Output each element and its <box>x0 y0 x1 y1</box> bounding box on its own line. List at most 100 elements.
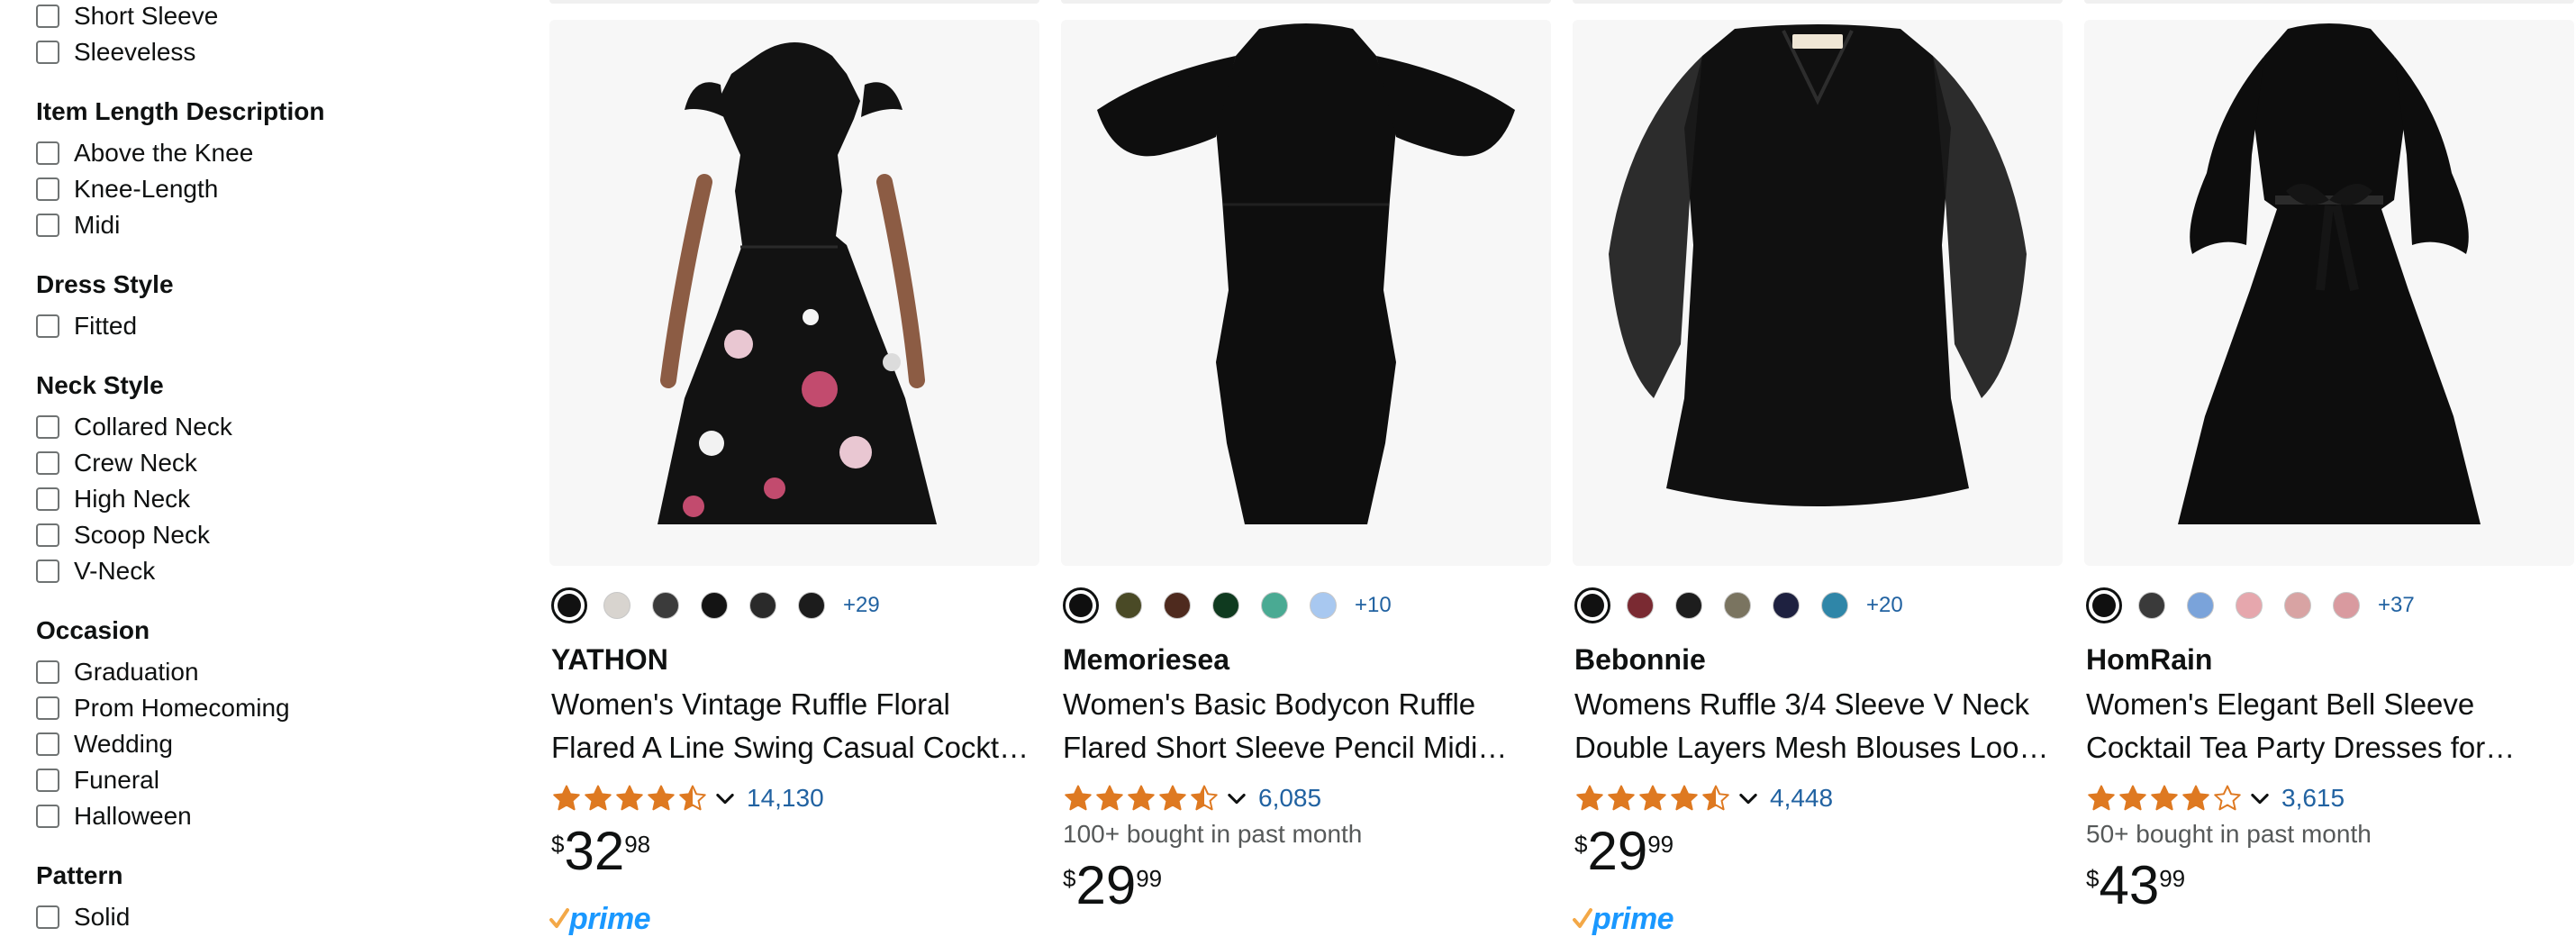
product-rating[interactable]: 14,130 <box>551 780 824 816</box>
product-rating[interactable]: 6,085 <box>1063 780 1321 816</box>
product-image[interactable] <box>549 20 1039 566</box>
filter-option-fitted[interactable]: Fitted <box>36 310 137 342</box>
filter-option-label: Scoop Neck <box>74 521 210 549</box>
filter-option-graduation[interactable]: Graduation <box>36 656 199 688</box>
filter-option-label: Collared Neck <box>74 413 232 441</box>
color-swatch[interactable] <box>1773 592 1800 619</box>
product-card: +29 YATHON Women's Vintage Ruffle Floral… <box>542 0 1039 937</box>
color-swatch[interactable] <box>2138 592 2165 619</box>
color-swatch[interactable] <box>1675 592 1702 619</box>
color-swatch[interactable] <box>1212 592 1239 619</box>
color-swatch[interactable] <box>2086 587 2122 623</box>
filter-option-midi[interactable]: Midi <box>36 209 120 241</box>
color-swatch[interactable] <box>603 592 630 619</box>
color-swatch[interactable] <box>2284 592 2311 619</box>
filter-option-collared-neck[interactable]: Collared Neck <box>36 411 232 443</box>
review-count-link[interactable]: 6,085 <box>1258 784 1321 813</box>
checkbox[interactable] <box>36 214 59 237</box>
checkbox[interactable] <box>36 415 59 439</box>
checkbox[interactable] <box>36 660 59 684</box>
star-rating[interactable] <box>1063 783 1220 814</box>
filter-option-wedding[interactable]: Wedding <box>36 728 173 760</box>
color-swatch[interactable] <box>2187 592 2214 619</box>
checkbox[interactable] <box>36 5 59 28</box>
color-swatch[interactable] <box>1063 587 1099 623</box>
filter-option-high-neck[interactable]: High Neck <box>36 483 190 515</box>
more-colors-link[interactable]: +20 <box>1866 593 1903 618</box>
product-title-link[interactable]: Womens Ruffle 3/4 Sleeve V Neck Double L… <box>1574 683 2055 769</box>
filter-option-label: Prom Homecoming <box>74 694 290 722</box>
product-price[interactable]: $29 99 <box>1063 858 1162 914</box>
more-colors-link[interactable]: +10 <box>1355 593 1392 618</box>
checkbox[interactable] <box>36 41 59 64</box>
dress-image <box>2178 23 2481 524</box>
product-rating[interactable]: 3,615 <box>2086 780 2345 816</box>
color-swatch[interactable] <box>652 592 679 619</box>
filter-option-funeral[interactable]: Funeral <box>36 764 159 796</box>
color-swatch[interactable] <box>1261 592 1288 619</box>
color-swatch[interactable] <box>1821 592 1848 619</box>
product-title-link[interactable]: Women's Vintage Ruffle Floral Flared A L… <box>551 683 1032 769</box>
star-rating[interactable] <box>1574 783 1732 814</box>
star-rating[interactable] <box>551 783 709 814</box>
checkbox[interactable] <box>36 141 59 165</box>
color-swatch[interactable] <box>1627 592 1654 619</box>
more-colors-link[interactable]: +29 <box>843 593 880 618</box>
product-price[interactable]: $29 99 <box>1574 823 1673 879</box>
product-price[interactable]: $32 98 <box>551 823 650 879</box>
filter-option-prom-homecoming[interactable]: Prom Homecoming <box>36 692 290 724</box>
filter-option-sleeveless[interactable]: Sleeveless <box>36 36 195 68</box>
color-swatch[interactable] <box>1310 592 1337 619</box>
filter-option-crew-neck[interactable]: Crew Neck <box>36 447 197 479</box>
product-title-link[interactable]: Women's Elegant Bell Sleeve Cocktail Tea… <box>2086 683 2567 769</box>
product-price[interactable]: $43 99 <box>2086 858 2185 914</box>
checkbox[interactable] <box>36 559 59 583</box>
price-fraction: 99 <box>2159 865 2186 892</box>
color-swatch[interactable] <box>2236 592 2263 619</box>
color-swatch[interactable] <box>1115 592 1142 619</box>
filter-option-v-neck[interactable]: V-Neck <box>36 555 155 587</box>
color-swatch[interactable] <box>551 587 587 623</box>
chevron-down-icon[interactable] <box>712 786 738 811</box>
star-icon <box>2151 785 2178 811</box>
chevron-down-icon[interactable] <box>1736 786 1761 811</box>
filter-option-halloween[interactable]: Halloween <box>36 800 192 832</box>
color-swatch[interactable] <box>2333 592 2360 619</box>
filter-option-label: Short Sleeve <box>74 2 219 30</box>
filter-option-solid[interactable]: Solid <box>36 901 130 933</box>
checkbox[interactable] <box>36 769 59 792</box>
star-rating[interactable] <box>2086 783 2244 814</box>
color-swatch[interactable] <box>1574 587 1610 623</box>
color-swatch[interactable] <box>1164 592 1191 619</box>
product-image[interactable] <box>1573 20 2063 566</box>
checkbox[interactable] <box>36 732 59 756</box>
filter-option-knee-length[interactable]: Knee-Length <box>36 173 218 205</box>
review-count-link[interactable]: 14,130 <box>747 784 824 813</box>
checkbox[interactable] <box>36 487 59 511</box>
checkbox[interactable] <box>36 523 59 547</box>
checkbox[interactable] <box>36 177 59 201</box>
color-swatch[interactable] <box>749 592 776 619</box>
checkbox[interactable] <box>36 696 59 720</box>
price-fraction: 99 <box>1136 865 1163 892</box>
filter-option-scoop-neck[interactable]: Scoop Neck <box>36 519 210 551</box>
color-swatch[interactable] <box>1724 592 1751 619</box>
review-count-link[interactable]: 4,448 <box>1770 784 1833 813</box>
product-title-link[interactable]: Women's Basic Bodycon Ruffle Flared Shor… <box>1063 683 1544 769</box>
filter-option-above-the-knee[interactable]: Above the Knee <box>36 137 253 169</box>
product-image[interactable] <box>1061 20 1551 566</box>
product-image[interactable] <box>2084 20 2574 566</box>
chevron-down-icon[interactable] <box>2247 786 2272 811</box>
checkbox[interactable] <box>36 451 59 475</box>
color-swatch[interactable] <box>798 592 825 619</box>
dress-image <box>658 42 937 524</box>
more-colors-link[interactable]: +37 <box>2378 593 2415 618</box>
product-rating[interactable]: 4,448 <box>1574 780 1833 816</box>
review-count-link[interactable]: 3,615 <box>2281 784 2345 813</box>
chevron-down-icon[interactable] <box>1224 786 1249 811</box>
checkbox[interactable] <box>36 805 59 828</box>
color-swatch[interactable] <box>701 592 728 619</box>
checkbox[interactable] <box>36 905 59 929</box>
checkbox[interactable] <box>36 314 59 338</box>
filter-option-short-sleeve[interactable]: Short Sleeve <box>36 0 218 32</box>
